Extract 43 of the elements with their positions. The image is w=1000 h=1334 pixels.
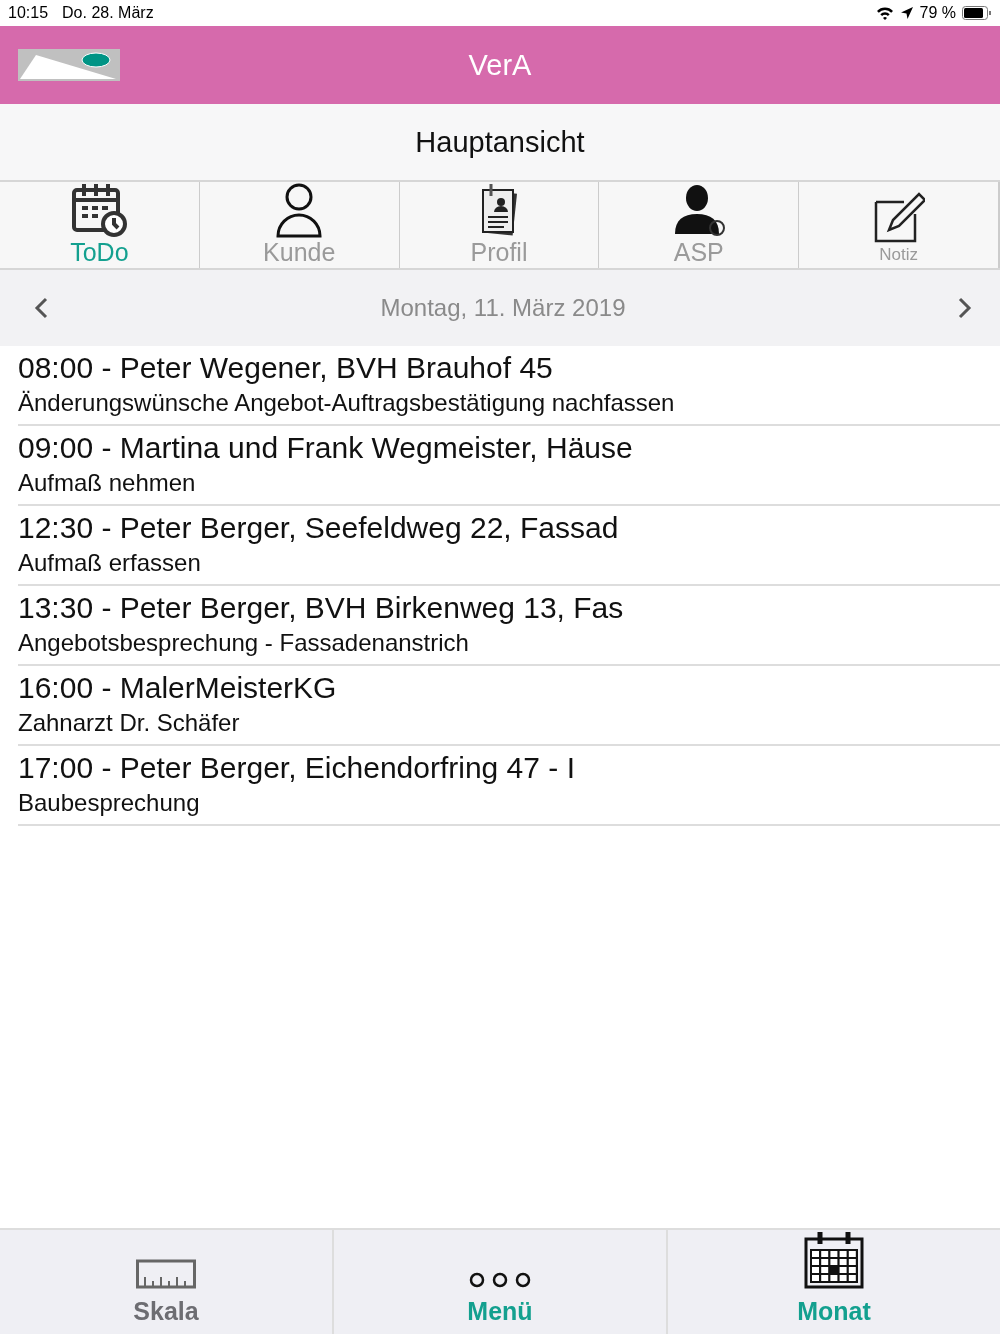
person-silhouette-icon [672, 182, 725, 238]
appointment-item[interactable]: 12:30 - Peter Berger, Seefeldweg 22, Fassad Aufmaß erfassen [18, 506, 1000, 586]
appointment-item[interactable]: 17:00 - Peter Berger, Eichendorfring 47 - I Baubesprechung [18, 746, 1000, 826]
more-icon [468, 1271, 532, 1289]
person-icon [276, 182, 323, 238]
appointment-title: 16:00 - MalerMeisterKG [18, 671, 338, 705]
appointment-description: Aufmaß nehmen [18, 469, 197, 497]
appointment-item[interactable]: 09:00 - Martina und Frank Wegmeister, Häuse Aufmaß nehmen [18, 426, 1000, 506]
appointment-title: 17:00 - Peter Berger, Eichendorfring 47 - I [18, 751, 576, 785]
appointment-item[interactable]: 08:00 - Peter Wegener, BVH Brauhof 45 Änderungswünsche Angebot-Auftragsbestätigung nachfassen [18, 346, 1000, 426]
appointment-description: Aufmaß erfassen [18, 549, 202, 577]
location-icon [899, 6, 914, 20]
appointment-title: 09:00 - Martina und Frank Wegmeister, Häuse [18, 431, 634, 465]
appointment-description: Änderungswünsche Angebot-Auftragsbestätigung nachfassen [18, 389, 676, 417]
tab[interactable]: Kunde [199, 182, 400, 268]
tab[interactable]: ToDo [0, 182, 200, 268]
appointment-item[interactable]: 13:30 - Peter Berger, BVH Birkenweg 13, Fas Angebotsbesprechung - Fassadenanstrich [18, 586, 1000, 666]
ruler-icon [136, 1259, 196, 1289]
app-title: VerA [468, 48, 532, 82]
tab[interactable]: ASP [599, 182, 800, 268]
appointment-title: 08:00 - Peter Wegener, BVH Brauhof 45 [18, 351, 554, 385]
status-date: Do. 28. März [62, 4, 154, 22]
chevron-left-icon [34, 297, 48, 319]
appointment-description: Zahnarzt Dr. Schäfer [18, 709, 241, 737]
tab[interactable]: Notiz [799, 182, 1000, 268]
logo-icon [18, 49, 120, 81]
chevron-right-icon [958, 297, 972, 319]
view-title: Hauptansicht [415, 125, 585, 159]
status-time: 10:15 [8, 4, 49, 22]
tab[interactable]: Profil [399, 182, 600, 268]
appointment-description: Baubesprechung [18, 789, 201, 817]
appointment-title: 12:30 - Peter Berger, Seefeldweg 22, Fassad [18, 511, 620, 545]
calendar-icon [804, 1231, 864, 1289]
profile-document-icon [479, 182, 519, 238]
battery-percentage: 79 % [919, 4, 956, 22]
current-date: Montag, 11. März 2019 [380, 294, 626, 322]
appointment-title: 13:30 - Peter Berger, BVH Birkenweg 13, Fas [18, 591, 625, 625]
appointment-description: Angebotsbesprechung - Fassadenanstrich [18, 629, 470, 657]
appointment-item[interactable]: 16:00 - MalerMeisterKG Zahnarzt Dr. Schäfer [18, 666, 1000, 746]
edit-note-icon [872, 192, 925, 244]
wifi-icon [875, 6, 894, 20]
calendar-clock-icon [70, 182, 129, 238]
battery-icon [962, 6, 992, 20]
